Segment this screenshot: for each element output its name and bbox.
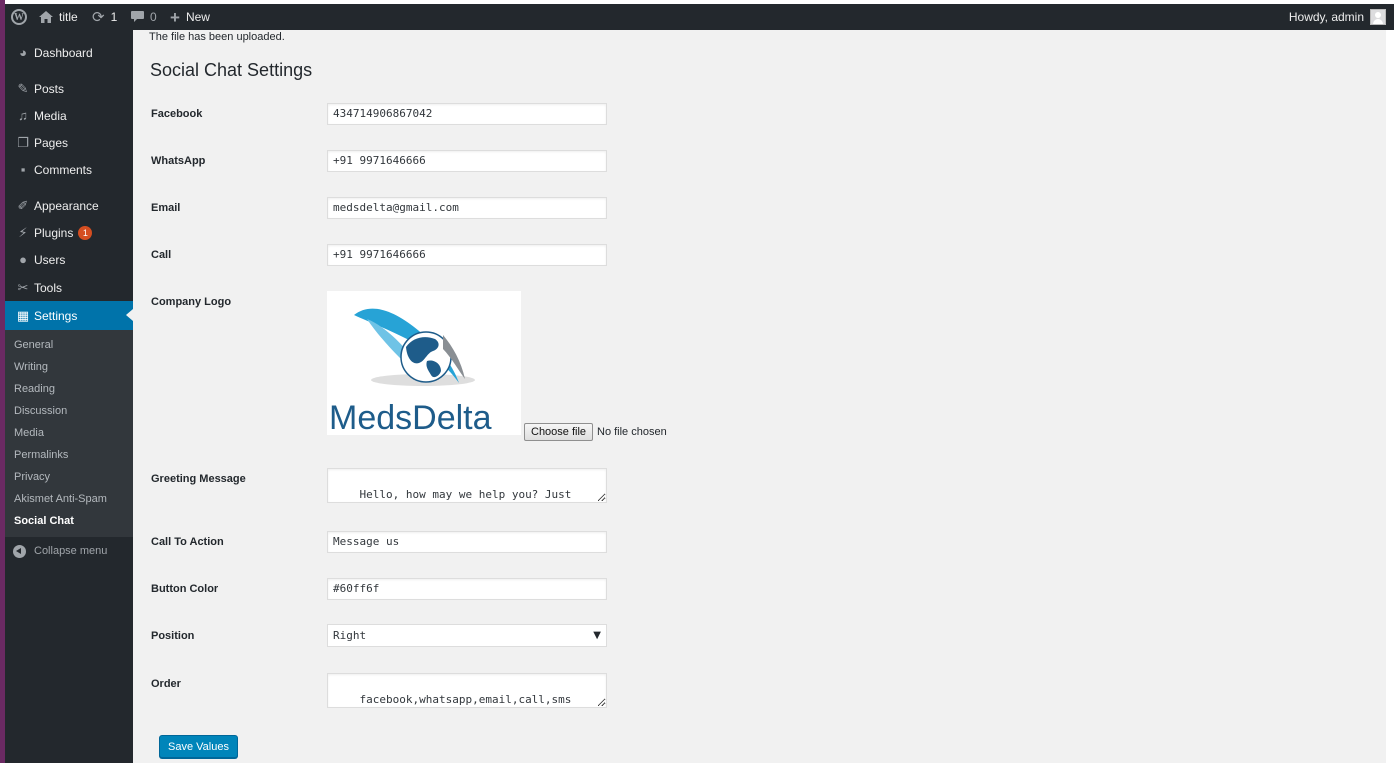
save-values-button[interactable]: Save Values xyxy=(159,735,238,758)
upload-notice: The file has been uploaded. xyxy=(149,31,285,43)
email-label: Email xyxy=(151,202,181,214)
brush-icon: ✐ xyxy=(17,197,29,213)
updates-link[interactable]: ⟳ 1 xyxy=(92,4,117,30)
collapse-arrow-icon xyxy=(13,544,26,558)
plug-icon: ⚡ xyxy=(18,224,28,240)
admin-bar: W title ⟳ 1 0 + New Howdy, admin xyxy=(5,4,1394,30)
menu-item-comments[interactable]: ▪ Comments xyxy=(5,156,133,183)
site-name-link[interactable]: title xyxy=(39,4,78,30)
wrench-icon: ✂ xyxy=(17,279,29,295)
button-color-label: Button Color xyxy=(151,583,219,595)
comment-bubble-icon xyxy=(131,11,144,23)
pages-icon: ❐ xyxy=(17,134,29,150)
comments-link[interactable]: 0 xyxy=(131,4,157,30)
call-input[interactable]: +91 9971646666 xyxy=(327,244,607,266)
window-scroll-edge xyxy=(1386,30,1394,763)
order-textarea[interactable]: facebook,whatsapp,email,call,sms xyxy=(327,673,607,708)
admin-sidebar: ◕ Dashboard ✎ Posts ♫ Media ❐ Pages ▪ Co… xyxy=(5,30,133,763)
position-label: Position xyxy=(151,630,195,642)
menu-item-posts[interactable]: ✎ Posts xyxy=(5,75,133,102)
menu-item-plugins[interactable]: ⚡ Plugins 1 xyxy=(5,219,133,246)
menu-label: Plugins xyxy=(34,225,74,240)
submenu-item-writing[interactable]: Writing xyxy=(14,356,48,378)
menu-label: Media xyxy=(34,108,67,123)
submenu-item-reading[interactable]: Reading xyxy=(14,378,55,400)
menu-item-settings[interactable]: ▦ Settings xyxy=(5,301,133,330)
facebook-label: Facebook xyxy=(151,108,203,120)
resize-grip-icon[interactable] xyxy=(598,494,605,501)
collapse-menu-label: Collapse menu xyxy=(34,545,108,557)
submenu-item-general[interactable]: General xyxy=(14,334,53,356)
call-to-action-label: Call To Action xyxy=(151,536,224,548)
choose-file-button[interactable]: Choose file xyxy=(524,423,594,441)
menu-label: Tools xyxy=(34,280,63,295)
whatsapp-input[interactable]: +91 9971646666 xyxy=(327,150,607,172)
menu-label: Users xyxy=(34,252,66,267)
menu-label: Appearance xyxy=(34,198,99,213)
company-logo-image: MedsDelta xyxy=(327,291,521,437)
dashboard-icon: ◕ xyxy=(19,45,27,60)
globe-logo-graphic: MedsDelta xyxy=(329,308,492,437)
settings-icon: ▦ xyxy=(16,307,30,323)
menu-label: Settings xyxy=(34,308,78,323)
email-input[interactable]: medsdelta@gmail.com xyxy=(327,197,607,219)
submenu-item-discussion[interactable]: Discussion xyxy=(14,400,67,422)
submenu-item-media[interactable]: Media xyxy=(14,422,44,444)
position-selected-value: Right xyxy=(333,629,367,642)
submenu-item-social-chat[interactable]: Social Chat xyxy=(14,510,74,532)
updates-icon: ⟳ xyxy=(92,8,105,26)
site-name-label: title xyxy=(59,10,78,24)
greeting-message-label: Greeting Message xyxy=(151,473,246,485)
page-title: Social Chat Settings xyxy=(150,60,313,80)
updates-count: 1 xyxy=(110,10,118,24)
menu-item-pages[interactable]: ❐ Pages xyxy=(5,129,133,156)
main-content: The file has been uploaded. Social Chat … xyxy=(133,30,1386,763)
resize-grip-icon[interactable] xyxy=(598,699,605,706)
settings-submenu: General Writing Reading Discussion Media… xyxy=(5,330,133,537)
comments-icon: ▪ xyxy=(20,162,26,177)
order-text: facebook,whatsapp,email,call,sms xyxy=(359,693,572,706)
call-label: Call xyxy=(151,249,172,261)
menu-label: Pages xyxy=(34,135,69,150)
comments-count: 0 xyxy=(150,10,157,24)
home-icon xyxy=(39,11,53,23)
greeting-message-textarea[interactable]: Hello, how may we help you? Just send us… xyxy=(327,468,607,503)
menu-item-media[interactable]: ♫ Media xyxy=(5,102,133,129)
howdy-label: Howdy, admin xyxy=(1288,10,1364,24)
menu-label: Dashboard xyxy=(34,45,93,60)
dropdown-arrow-icon: ▼ xyxy=(593,630,601,641)
greeting-message-text: Hello, how may we help you? Just send us… xyxy=(359,488,572,501)
no-file-chosen-text: No file chosen xyxy=(597,426,667,438)
menu-item-appearance[interactable]: ✐ Appearance xyxy=(5,192,133,219)
submenu-item-akismet[interactable]: Akismet Anti-Spam xyxy=(14,488,107,510)
logo-wordmark: MedsDelta xyxy=(329,399,492,435)
plugins-update-badge: 1 xyxy=(78,225,93,240)
call-to-action-input[interactable]: Message us xyxy=(327,531,607,553)
facebook-input[interactable]: 434714906867042 xyxy=(327,103,607,125)
button-color-input[interactable]: #60ff6f xyxy=(327,578,607,600)
new-label: New xyxy=(185,10,210,24)
submenu-item-permalinks[interactable]: Permalinks xyxy=(14,444,68,466)
menu-label: Posts xyxy=(34,81,65,96)
collapse-menu-button[interactable]: Collapse menu xyxy=(5,540,107,562)
plus-icon: + xyxy=(170,7,180,27)
wordpress-logo-link[interactable]: W xyxy=(11,4,27,30)
my-account-link[interactable]: Howdy, admin xyxy=(1289,4,1386,30)
menu-item-users[interactable]: ● Users xyxy=(5,246,133,273)
order-label: Order xyxy=(151,678,181,690)
menu-label: Comments xyxy=(34,162,93,177)
submenu-item-privacy[interactable]: Privacy xyxy=(14,466,50,488)
whatsapp-label: WhatsApp xyxy=(151,155,206,167)
menu-item-tools[interactable]: ✂ Tools xyxy=(5,274,133,301)
avatar xyxy=(1370,9,1386,25)
wordpress-logo-icon: W xyxy=(11,9,27,25)
position-select[interactable]: Right ▼ xyxy=(327,624,607,647)
company-logo-label: Company Logo xyxy=(151,296,232,308)
user-icon: ● xyxy=(19,252,27,267)
media-icon: ♫ xyxy=(18,108,28,123)
pin-icon: ✎ xyxy=(17,80,29,96)
new-content-link[interactable]: + New xyxy=(170,4,210,30)
menu-item-dashboard[interactable]: ◕ Dashboard xyxy=(5,39,133,66)
